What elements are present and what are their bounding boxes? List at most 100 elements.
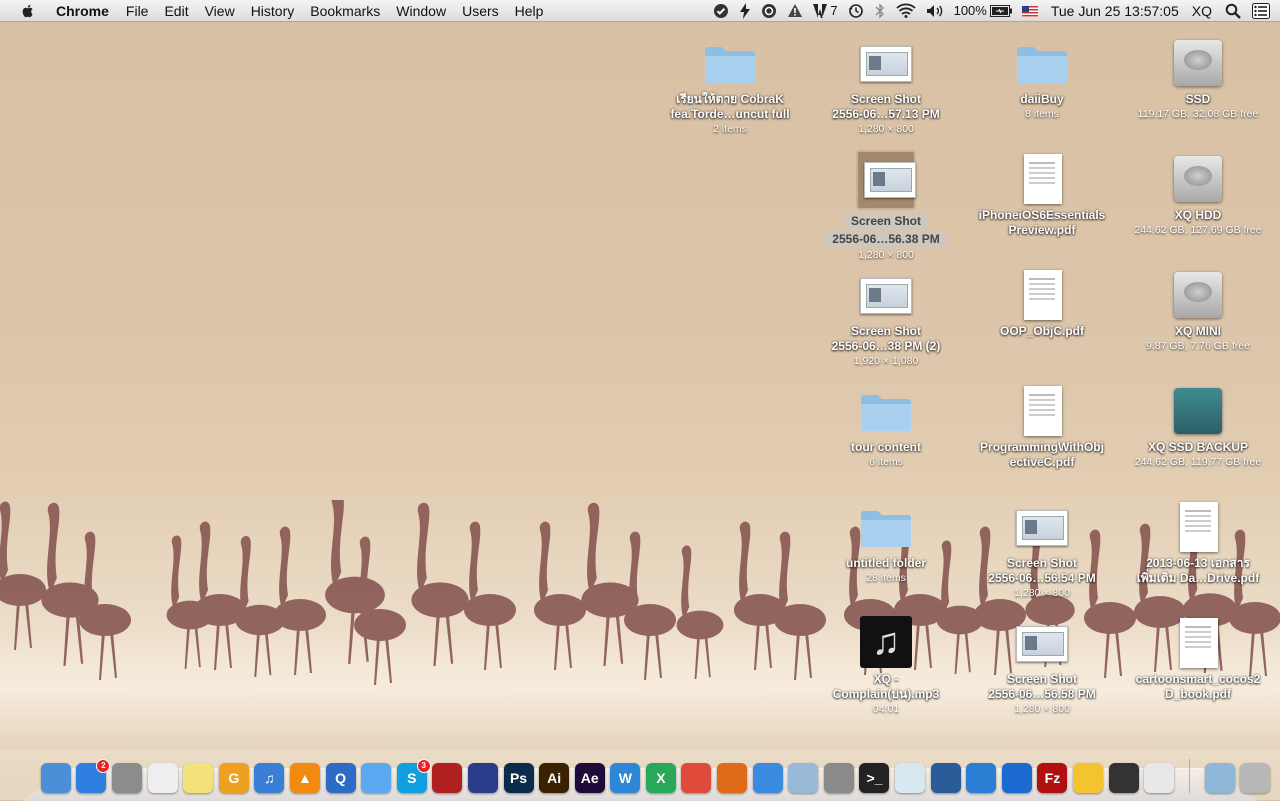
desktop-item-pdf[interactable]: cartoonsmart_cocos2 D_book.pdf — [1128, 616, 1268, 702]
image-file-icon — [854, 36, 918, 92]
mysql-workbench-icon[interactable] — [895, 763, 926, 793]
preview-window-icon[interactable] — [1144, 763, 1175, 793]
firefox-icon[interactable] — [717, 763, 748, 793]
finder-icon[interactable] — [40, 763, 71, 793]
notification-center-icon[interactable] — [1246, 3, 1280, 19]
network-utility-icon[interactable] — [823, 763, 854, 793]
menu-bookmarks[interactable]: Bookmarks — [302, 0, 388, 22]
desktop-item-folder[interactable]: tour content 6 items — [816, 384, 956, 469]
desktop-item-name-line2: เพิ่มเติม Da…Drive.pdf — [1136, 571, 1260, 585]
sync-circle-icon[interactable] — [756, 3, 782, 19]
desktop-item-name: Screen Shot — [842, 214, 930, 229]
image-file-icon — [1010, 616, 1074, 672]
desktop-item-screenshot[interactable]: Screen Shot 2556-06…56.58 PM 1,280 × 800 — [972, 616, 1112, 716]
desktop-item-name: daiiBuy — [1020, 92, 1064, 106]
dock-icon-glyph: Fz — [1044, 770, 1061, 786]
clock[interactable]: Tue Jun 25 13:57:05 — [1043, 0, 1184, 22]
desktop-item-folder[interactable]: เรียนให้ตาย CobraK fea.Torde…uncut full 2 … — [660, 36, 800, 136]
desktop-item-name-line2: 2556-06…57.13 PM — [832, 107, 940, 121]
desktop-item-info: 1,280 × 800 — [1014, 703, 1070, 715]
desktop-item-pdf[interactable]: OOP_ObjC.pdf — [972, 268, 1112, 339]
desktop-item-hdd[interactable]: XQ HDD 244.62 GB, 127.69 GB free — [1128, 152, 1268, 237]
user-menu[interactable]: XQ — [1184, 0, 1217, 22]
filezilla-icon[interactable]: Fz — [1037, 763, 1068, 793]
after-effects-icon[interactable]: Ae — [574, 763, 605, 793]
illustrator-icon[interactable]: Ai — [539, 763, 570, 793]
battery-status[interactable]: 100% — [949, 0, 1017, 22]
teamviewer-icon[interactable] — [1001, 763, 1032, 793]
google-drive-icon[interactable] — [1073, 763, 1104, 793]
virtualbox-icon[interactable] — [930, 763, 961, 793]
trash-icon[interactable] — [1240, 763, 1271, 793]
spotlight-search-icon[interactable] — [1217, 3, 1246, 19]
dropbox-icon[interactable] — [966, 763, 997, 793]
word-w-icon[interactable]: W — [610, 763, 641, 793]
desktop-item-hdd[interactable]: SSD 119.17 GB, 32.08 GB free — [1128, 36, 1268, 121]
app-store-icon[interactable]: 2 — [76, 759, 111, 793]
menu-bar: Chrome File Edit View History Bookmarks … — [0, 0, 1280, 22]
battery-icon — [989, 5, 1012, 17]
desktop-item-folder[interactable]: untitled folder 28 items — [816, 500, 956, 585]
desktop-item-screenshot[interactable]: Screen Shot 2556-06…56.38 PM 1,280 × 800 — [816, 150, 956, 262]
menu-view[interactable]: View — [197, 0, 243, 22]
stickies-icon[interactable] — [183, 763, 214, 793]
menu-file[interactable]: File — [118, 0, 157, 22]
desktop-item-timemachine[interactable]: XQ SSD BACKUP 244.62 GB, 119.77 GB free — [1128, 384, 1268, 469]
virtualbox-box-icon[interactable] — [788, 763, 819, 793]
desktop-item-name: SSD — [1185, 92, 1211, 106]
quicktime-icon[interactable]: Q — [325, 763, 356, 793]
desktop-item-screenshot[interactable]: Screen Shot 2556-06…56.54 PM 1,280 × 800 — [972, 500, 1112, 600]
messages-icon[interactable] — [361, 763, 392, 793]
desktop-item-folder[interactable]: daiiBuy 8 items — [972, 36, 1112, 121]
textedit-icon[interactable] — [147, 763, 178, 793]
desktop-item-screenshot[interactable]: Screen Shot 2556-06…57.13 PM 1,280 × 800 — [816, 36, 956, 136]
menu-window[interactable]: Window — [388, 0, 454, 22]
desktop-item-name: tour content — [851, 440, 921, 454]
time-machine-icon[interactable] — [843, 3, 869, 19]
itunes-icon[interactable]: ♫ — [254, 763, 285, 793]
menu-edit[interactable]: Edit — [156, 0, 196, 22]
vlc-icon[interactable]: ▲ — [289, 763, 320, 793]
chrome-icon[interactable] — [681, 763, 712, 793]
desktop-item-name: Screen Shot — [1006, 556, 1078, 570]
adobe-update-count: 7 — [830, 3, 838, 18]
applications-folder-icon[interactable] — [1204, 763, 1235, 793]
volume-icon[interactable] — [921, 3, 949, 19]
desktop-item-name-line2: 2556-06…38 PM (2) — [831, 339, 941, 353]
desktop-item-pdf[interactable]: iPhoneiOS6Essentials Preview.pdf — [972, 152, 1112, 238]
desktop-item-name: เรียนให้ตาย CobraK — [676, 92, 784, 106]
input-source-flag-icon[interactable] — [1017, 5, 1043, 17]
desktop-item-name: Screen Shot — [850, 324, 922, 338]
activity-monitor-icon[interactable] — [1108, 763, 1139, 793]
dock-icon-glyph: >_ — [866, 770, 883, 786]
desktop-item-hdd[interactable]: XQ MINI 9.87 GB, 7.76 GB free — [1128, 268, 1268, 353]
system-preferences-icon[interactable] — [111, 763, 142, 793]
apple-menu-icon[interactable] — [20, 3, 36, 19]
skype-icon[interactable]: S3 — [396, 759, 431, 793]
adobe-updates-status[interactable]: 7 — [808, 0, 842, 22]
desktop-item-pdf[interactable]: 2013-06-13 เอกสาร เพิ่มเติม Da…Drive.pdf — [1128, 500, 1268, 586]
garageband-g-icon[interactable]: G — [218, 763, 249, 793]
photo-booth-icon[interactable] — [432, 763, 463, 793]
menu-help[interactable]: Help — [507, 0, 552, 22]
desktop-item-screenshot[interactable]: Screen Shot 2556-06…38 PM (2) 1,920 × 1,08… — [816, 268, 956, 368]
lightning-icon[interactable] — [734, 3, 756, 19]
warning-icon[interactable] — [782, 3, 808, 19]
desktop-item-name: Screen Shot — [850, 92, 922, 106]
menu-history[interactable]: History — [243, 0, 303, 22]
desktop-item-music[interactable]: ♫ XQ - Complain(บ่น).mp3 04:01 — [816, 616, 956, 716]
image-file-icon — [856, 150, 916, 210]
excel-x-icon[interactable]: X — [645, 763, 676, 793]
desktop-item-info: 6 items — [869, 456, 903, 468]
desktop-item-pdf[interactable]: ProgrammingWithObj ectiveC.pdf — [972, 384, 1112, 470]
app-menu-chrome[interactable]: Chrome — [50, 0, 118, 22]
menu-users[interactable]: Users — [454, 0, 507, 22]
checkmark-status-icon[interactable] — [708, 3, 734, 19]
wifi-icon[interactable] — [891, 3, 921, 19]
audacity-icon[interactable] — [467, 763, 498, 793]
bluetooth-icon[interactable] — [869, 3, 891, 19]
terminal-icon[interactable]: >_ — [859, 763, 890, 793]
pdf-file-icon — [1010, 384, 1074, 440]
safari-icon[interactable] — [752, 763, 783, 793]
photoshop-icon[interactable]: Ps — [503, 763, 534, 793]
